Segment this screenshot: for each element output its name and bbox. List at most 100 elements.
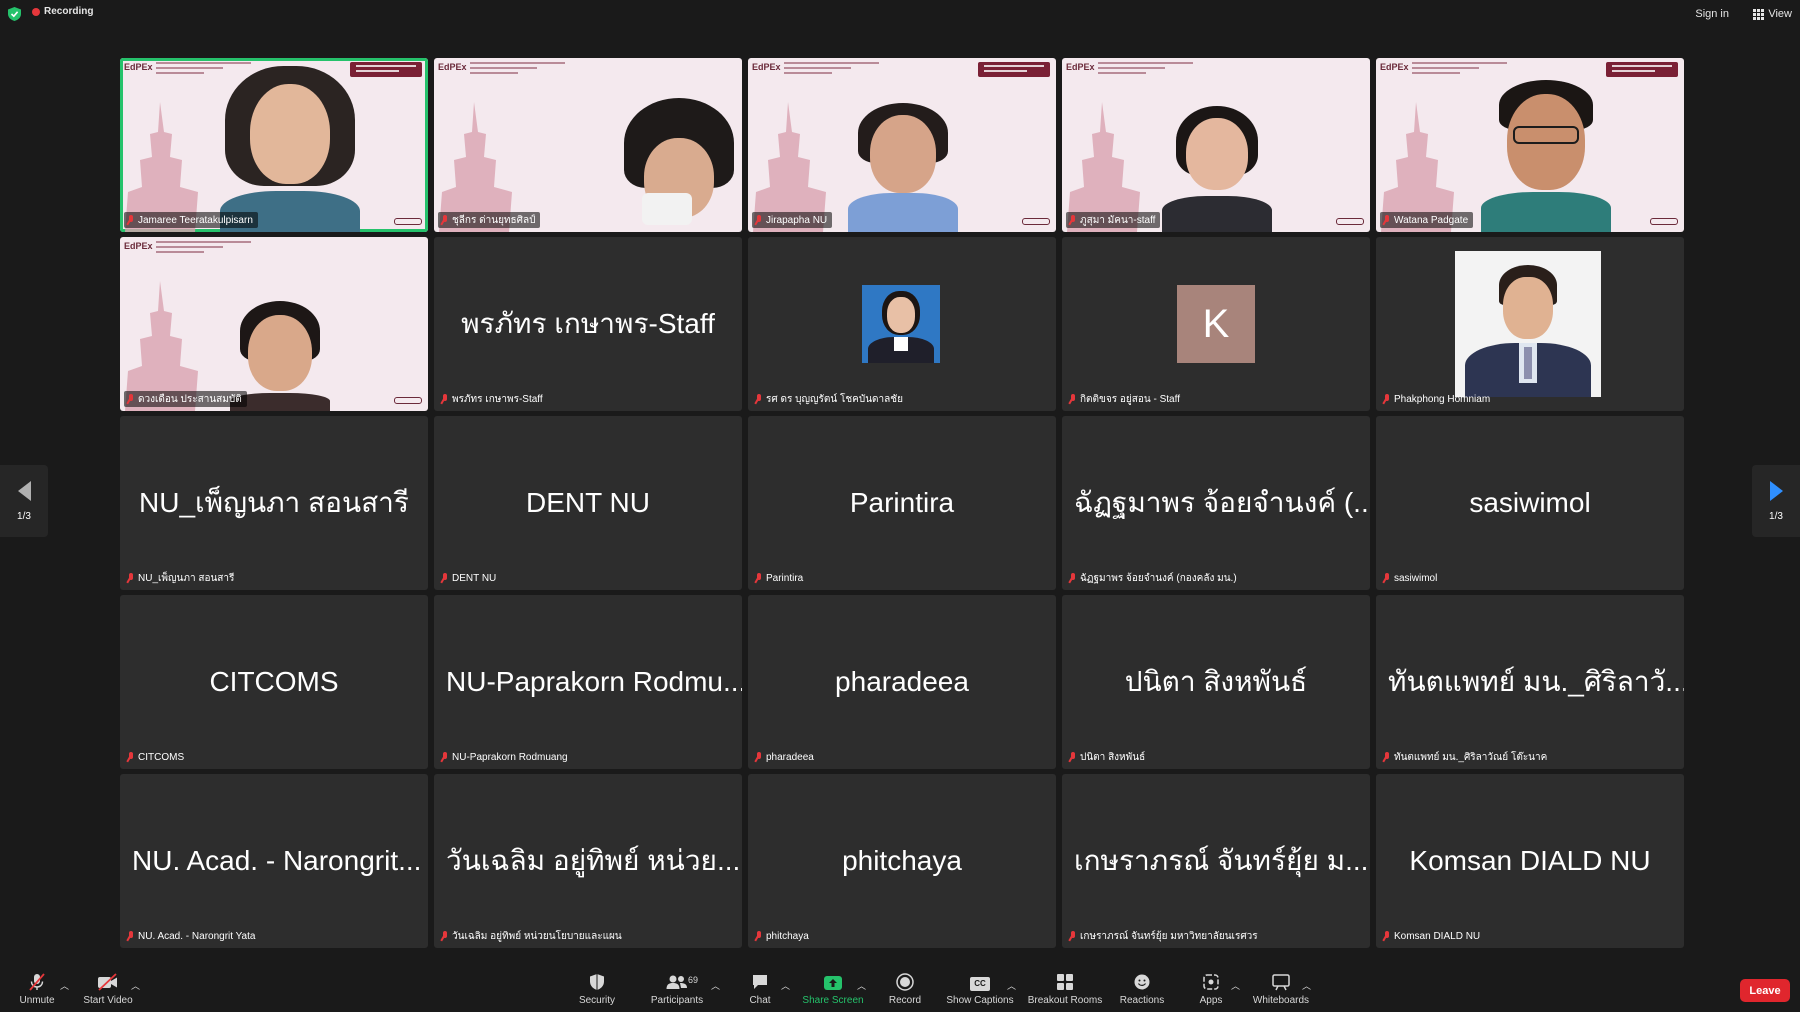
record-button[interactable]: Record [888,966,922,1012]
edpex-logo: EdPEx [438,62,467,72]
participant-display-name: Parintira [849,487,955,518]
participant-tile[interactable]: Phakphong Homniam [1376,237,1684,411]
participant-name: ทันตแพทย์ มน._ศิริลาวัณย์ โต๊ะนาค [1380,749,1552,765]
edpex-small-logo-icon [394,397,422,404]
participant-tile[interactable]: EdPEx Watana Padgate [1376,58,1684,232]
edpex-caption [1412,62,1507,78]
person-video [848,103,958,232]
closed-captions-icon: CC [970,973,990,991]
title-badge [978,62,1050,77]
participant-display-name: DENT NU [526,487,650,518]
reactions-button[interactable]: Reactions [1120,966,1164,1012]
participant-tile[interactable]: NU_เพ็ญนภา สอนสารี NU_เพ็ญนภา สอนสารี [120,416,428,590]
participant-tile[interactable]: EdPEx ชุลีกร ด่านยุทธศิลป์ [434,58,742,232]
edpex-logo: EdPEx [124,62,153,72]
page-indicator: 1/3 [1769,510,1783,522]
title-badge [1606,62,1678,77]
participant-name: NU_เพ็ญนภา สอนสารี [124,570,239,586]
participant-display-name: วันเฉลิม อยู่ทิพย์ หน่วย... [446,845,741,876]
participant-name: ฉัฏฐมาพร จ้อยจำนงค์ (กองคลัง มน.) [1066,570,1242,586]
edpex-small-logo-icon [1650,218,1678,225]
participant-name: ปนิตา สิงหพันธ์ [1066,749,1150,765]
participant-tile[interactable]: Parintira Parintira [748,416,1056,590]
participant-display-name: NU_เพ็ญนภา สอนสารี [139,487,409,518]
participant-tile[interactable]: DENT NU DENT NU [434,416,742,590]
participant-display-name: ฉัฏฐมาพร จ้อยจำนงค์ (... [1074,487,1370,518]
avatar: K [1177,285,1255,363]
security-button[interactable]: Security [577,966,617,1012]
participant-name: Jirapapha NU [752,212,833,228]
edpex-logo: EdPEx [1380,62,1409,72]
share-screen-button[interactable]: Share Screen [802,966,864,1012]
participants-button[interactable]: 69 Participants [650,966,704,1012]
participant-name: DENT NU [438,570,501,586]
audio-options-chevron-icon[interactable]: ︿ [60,979,69,992]
participant-tile[interactable]: ปนิตา สิงหพันธ์ ปนิตา สิงหพันธ์ [1062,595,1370,769]
mic-muted-icon [127,215,135,225]
start-video-label: Start Video [83,994,133,1006]
mic-muted-icon [127,752,135,762]
participant-tile[interactable]: phitchaya phitchaya [748,774,1056,948]
record-icon [896,972,914,991]
chat-options-chevron-icon[interactable]: ︿ [781,979,790,992]
chat-button[interactable]: Chat [747,966,773,1012]
security-shield-icon [589,973,605,991]
participant-tile[interactable]: วันเฉลิม อยู่ทิพย์ หน่วย... วันเฉลิม อยู… [434,774,742,948]
meeting-toolbar: Unmute ︿ Start Video ︿ Security 69 Parti… [0,966,1800,1012]
apps-button[interactable]: Apps [1198,966,1224,1012]
captions-options-chevron-icon[interactable]: ︿ [1007,979,1016,992]
participant-tile[interactable]: NU. Acad. - Narongrit... NU. Acad. - Nar… [120,774,428,948]
mic-muted-icon [1069,573,1077,583]
participant-tile[interactable]: รศ ดร บุญญรัตน์ โชคบันดาลชัย [748,237,1056,411]
participant-name: Phakphong Homniam [1380,391,1495,407]
breakout-rooms-icon [1056,973,1074,991]
leave-button[interactable]: Leave [1740,979,1790,1002]
whiteboards-options-chevron-icon[interactable]: ︿ [1302,979,1311,992]
participant-name: ชุลีกร ด่านยุทธศิลป์ [438,212,541,228]
participant-tile[interactable]: NU-Paprakorn Rodmu... NU-Paprakorn Rodmu… [434,595,742,769]
participant-display-name: Komsan DIALD NU [1409,845,1651,876]
show-captions-button[interactable]: CC Show Captions [946,966,1014,1012]
participant-tile[interactable]: เกษราภรณ์ จันทร์ยุ้ย ม... เกษราภรณ์ จันท… [1062,774,1370,948]
participant-display-name: ทันตแพทย์ มน._ศิริลาวั... [1388,666,1684,697]
participant-count: 69 [688,974,699,985]
participant-tile[interactable]: Komsan DIALD NU Komsan DIALD NU [1376,774,1684,948]
breakout-rooms-button[interactable]: Breakout Rooms [1027,966,1103,1012]
security-label: Security [578,994,616,1006]
share-screen-icon [823,973,843,991]
participant-tile[interactable]: EdPEx ดวงเดือน ประสานสมบัติ [120,237,428,411]
whiteboards-label: Whiteboards [1252,994,1310,1006]
participant-tile[interactable]: ทันตแพทย์ มน._ศิริลาวั... ทันตแพทย์ มน._… [1376,595,1684,769]
unmute-button[interactable]: Unmute [16,966,58,1012]
participant-display-name: NU. Acad. - Narongrit... [132,845,422,876]
participant-tile[interactable]: K กิตติขจร อยู่สอน - Staff [1062,237,1370,411]
participant-tile[interactable]: ฉัฏฐมาพร จ้อยจำนงค์ (... ฉัฏฐมาพร จ้อยจำ… [1062,416,1370,590]
share-options-chevron-icon[interactable]: ︿ [857,979,866,992]
participant-tile[interactable]: EdPEx ภูสุมา มัคนา-staff [1062,58,1370,232]
participant-display-name: CITCOMS [209,666,339,697]
participant-tile[interactable]: EdPEx Jirapapha NU [748,58,1056,232]
apps-options-chevron-icon[interactable]: ︿ [1231,979,1240,992]
edpex-logo: EdPEx [1066,62,1095,72]
participant-tile[interactable]: CITCOMS CITCOMS [120,595,428,769]
mic-muted-icon [127,931,135,941]
participant-display-name: NU-Paprakorn Rodmu... [446,666,742,697]
edpex-small-logo-icon [1336,218,1364,225]
mic-muted-icon [441,394,449,404]
participants-label: Participants [650,994,704,1006]
mic-muted-icon [1069,215,1077,225]
previous-page-button[interactable]: 1/3 [0,465,48,537]
participants-options-chevron-icon[interactable]: ︿ [711,979,720,992]
edpex-caption [1098,62,1193,78]
mic-muted-icon [755,394,763,404]
mic-muted-icon [441,752,449,762]
video-options-chevron-icon[interactable]: ︿ [131,979,140,992]
participant-tile[interactable]: EdPEx Jamaree Teeratakulpisarn [120,58,428,232]
participant-tile[interactable]: sasiwimol sasiwimol [1376,416,1684,590]
mic-muted-icon [1383,931,1391,941]
participant-tile[interactable]: pharadeea pharadeea [748,595,1056,769]
next-page-button[interactable]: 1/3 [1752,465,1800,537]
start-video-button[interactable]: Start Video [80,966,136,1012]
participant-tile[interactable]: พรภัทร เกษาพร-Staff พรภัทร เกษาพร-Staff [434,237,742,411]
apps-label: Apps [1199,994,1223,1006]
